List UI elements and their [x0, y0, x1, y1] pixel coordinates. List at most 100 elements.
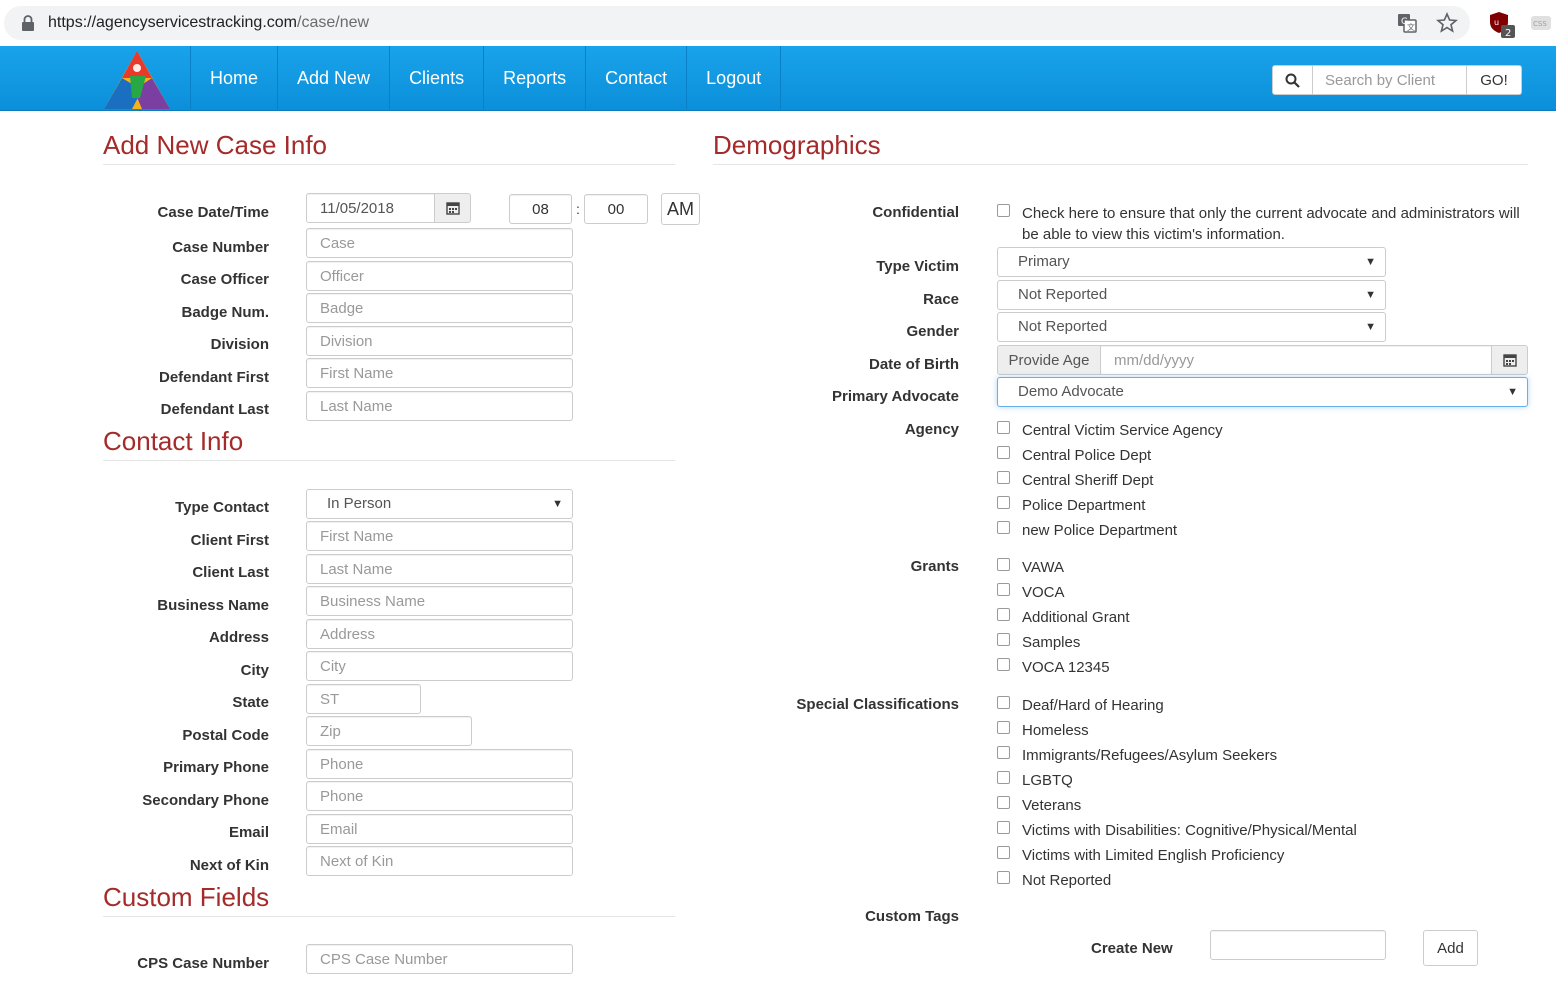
division-input[interactable]	[306, 326, 573, 356]
am-pm-toggle[interactable]: AM	[661, 193, 700, 225]
special-classification-checkbox[interactable]	[997, 871, 1010, 884]
special-classification-option: Not Reported	[1022, 872, 1112, 889]
case-date-picker-button[interactable]	[434, 193, 471, 223]
gender-label: Gender	[906, 323, 959, 340]
confidential-checkbox[interactable]	[997, 204, 1010, 217]
state-label: State	[232, 694, 269, 711]
state-input[interactable]	[306, 684, 421, 714]
nav-contact[interactable]: Contact	[585, 46, 686, 111]
client-last-input[interactable]	[306, 554, 573, 584]
nav-add-new[interactable]: Add New	[277, 46, 389, 111]
secondary-phone-input[interactable]	[306, 781, 573, 811]
agency-checkbox[interactable]	[997, 521, 1010, 534]
badge-num-input[interactable]	[306, 293, 573, 323]
agency-checkbox[interactable]	[997, 496, 1010, 509]
case-date-input[interactable]	[306, 193, 436, 223]
chevron-down-icon: ▼	[1365, 256, 1376, 268]
address-label: Address	[208, 629, 269, 646]
calendar-icon	[445, 202, 460, 215]
nav-home[interactable]: Home	[190, 46, 277, 111]
special-classification-option: Homeless	[1022, 722, 1089, 739]
custom-fields-divider	[103, 916, 675, 917]
grant-option: Additional Grant	[1022, 609, 1130, 626]
case-officer-label: Case Officer	[180, 271, 269, 288]
grant-checkbox[interactable]	[997, 633, 1010, 646]
defendant-last-input[interactable]	[306, 391, 573, 421]
grant-checkbox[interactable]	[997, 583, 1010, 596]
dob-picker-button[interactable]	[1491, 345, 1528, 375]
email-input[interactable]	[306, 814, 573, 844]
translate-icon[interactable]: G 文	[1396, 12, 1418, 34]
special-classification-checkbox[interactable]	[997, 721, 1010, 734]
case-number-input[interactable]	[306, 228, 573, 258]
race-value: Not Reported	[1018, 286, 1108, 303]
search-button[interactable]	[1272, 65, 1313, 95]
demographics-title: Demographics	[713, 130, 881, 160]
badge-num-label: Badge Num.	[181, 304, 269, 321]
case-minute-input[interactable]	[584, 194, 648, 224]
postal-code-input[interactable]	[306, 716, 472, 746]
type-victim-select[interactable]: Primary ▼	[997, 247, 1386, 277]
browser-chrome: https://agencyservicestracking.com/case/…	[0, 0, 1556, 46]
special-classification-checkbox[interactable]	[997, 821, 1010, 834]
agency-checkbox[interactable]	[997, 471, 1010, 484]
next-of-kin-label: Next of Kin	[189, 857, 269, 874]
date-of-birth-label: Date of Birth	[869, 356, 959, 373]
calendar-icon	[1502, 354, 1517, 367]
grant-option: Samples	[1022, 634, 1081, 651]
nav-clients[interactable]: Clients	[389, 46, 483, 111]
client-first-input[interactable]	[306, 521, 573, 551]
grant-checkbox[interactable]	[997, 608, 1010, 621]
search-client-input[interactable]	[1313, 65, 1467, 95]
agency-checkbox[interactable]	[997, 421, 1010, 434]
search-icon	[1285, 73, 1300, 88]
cps-case-number-input[interactable]	[306, 944, 573, 974]
case-hour-input[interactable]	[509, 194, 572, 224]
nav-logout[interactable]: Logout	[686, 46, 782, 111]
defendant-first-input[interactable]	[306, 358, 573, 388]
gender-value: Not Reported	[1018, 318, 1108, 335]
race-select[interactable]: Not Reported ▼	[997, 280, 1386, 310]
primary-phone-input[interactable]	[306, 749, 573, 779]
case-number-label: Case Number	[172, 239, 269, 256]
business-name-label: Business Name	[157, 597, 269, 614]
confidential-text-line1: Check here to ensure that only the curre…	[1022, 205, 1520, 222]
special-classification-checkbox[interactable]	[997, 771, 1010, 784]
special-classification-option: Victims with Disabilities: Cognitive/Phy…	[1022, 822, 1357, 839]
contact-info-title: Contact Info	[103, 426, 244, 456]
address-bar[interactable]: https://agencyservicestracking.com/case/…	[4, 6, 1470, 40]
client-search: GO!	[1272, 65, 1522, 95]
city-input[interactable]	[306, 651, 573, 681]
confidential-text-line2: be able to view this victim's informatio…	[1022, 226, 1285, 243]
grant-checkbox[interactable]	[997, 658, 1010, 671]
date-of-birth-input[interactable]	[1100, 345, 1492, 375]
chevron-down-icon: ▼	[552, 498, 563, 510]
type-victim-value: Primary	[1018, 253, 1070, 270]
address-input[interactable]	[306, 619, 573, 649]
css-extension-icon[interactable]: CSS	[1530, 12, 1552, 34]
special-classification-checkbox[interactable]	[997, 796, 1010, 809]
go-button[interactable]: GO!	[1467, 65, 1522, 95]
type-contact-select[interactable]: In Person ▼	[306, 489, 573, 519]
agency-checkbox[interactable]	[997, 446, 1010, 459]
grant-checkbox[interactable]	[997, 558, 1010, 571]
business-name-input[interactable]	[306, 586, 573, 616]
ublock-shield-icon[interactable]: u 2	[1488, 10, 1518, 40]
nav-reports[interactable]: Reports	[483, 46, 585, 111]
special-classification-checkbox[interactable]	[997, 846, 1010, 859]
special-classifications-label: Special Classifications	[796, 696, 959, 713]
case-info-title: Add New Case Info	[103, 130, 328, 160]
create-new-tag-input[interactable]	[1210, 930, 1386, 960]
add-tag-button[interactable]: Add	[1423, 930, 1478, 966]
gender-select[interactable]: Not Reported ▼	[997, 312, 1386, 342]
next-of-kin-input[interactable]	[306, 846, 573, 876]
primary-advocate-label: Primary Advocate	[831, 388, 959, 405]
special-classification-checkbox[interactable]	[997, 696, 1010, 709]
star-icon[interactable]	[1436, 12, 1458, 34]
case-officer-input[interactable]	[306, 261, 573, 291]
provide-age-button[interactable]: Provide Age	[997, 345, 1101, 375]
primary-advocate-select[interactable]: Demo Advocate ▼	[997, 377, 1528, 407]
nav-menu: Home Add New Clients Reports Contact Log…	[190, 46, 782, 111]
agency-logo[interactable]	[102, 48, 172, 110]
special-classification-checkbox[interactable]	[997, 746, 1010, 759]
